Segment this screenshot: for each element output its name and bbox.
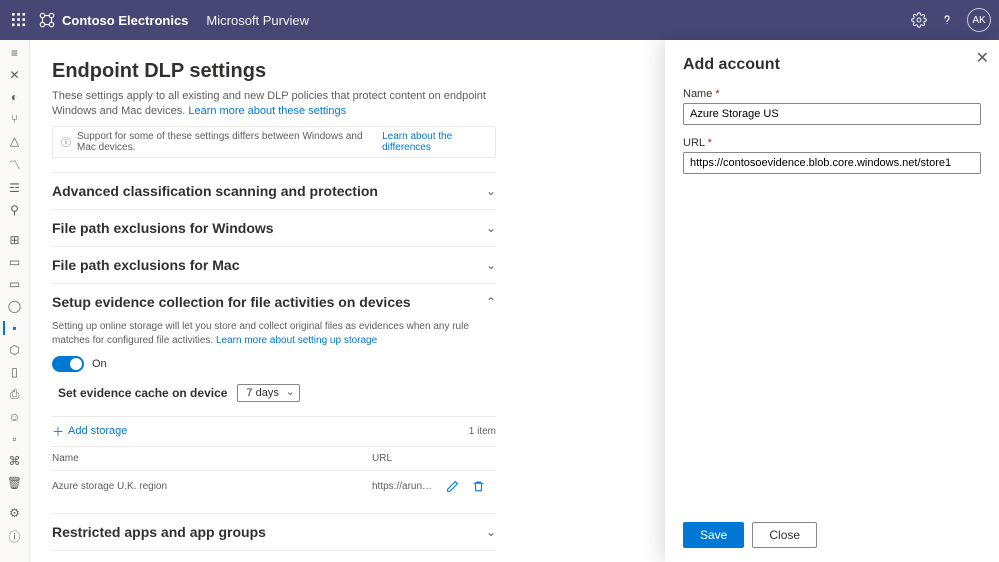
delete-row-button[interactable] [468,477,488,497]
rail-pin-icon[interactable]: ✕ [5,68,25,82]
app-launcher-icon[interactable] [8,9,30,31]
rail-shield-icon[interactable]: ⬡ [5,343,25,357]
info-link[interactable]: Learn about the differences [382,131,487,153]
rail-trash-icon[interactable]: 🗑 [5,476,25,490]
panel-close-icon[interactable]: ✕ [976,48,989,68]
avatar-initials: AK [972,15,985,26]
help-icon[interactable] [933,6,961,34]
top-bar: Contoso Electronics Microsoft Purview AK [0,0,999,40]
left-nav-rail: ≡ ✕ ◐ ⑂ △ 〽 ☲ ⚲ ⊞ ▭ ▭ ◯ ▪ ⬡ ▯ ⎙ ☺ ▫ ⌘ 🗑 … [0,40,30,562]
cache-label: Set evidence cache on device [58,386,227,400]
info-icon: ⓘ [61,134,71,149]
rail-gear-icon[interactable]: ⚙ [5,506,25,520]
col-header-url: URL [372,453,442,464]
add-storage-button[interactable]: ＋ Add storage [52,423,127,440]
rail-info-icon[interactable]: ⓘ [5,528,25,545]
chevron-up-icon: ⌃ [486,295,496,309]
section-description: Setting up online storage will let you s… [52,320,496,348]
rail-doc-icon[interactable]: ▭ [5,255,25,269]
app-name: Microsoft Purview [206,13,309,28]
toggle-label: On [92,358,107,370]
chevron-down-icon: ⌄ [486,184,496,198]
panel-title: Add account [683,56,981,74]
name-label: Name * [683,88,981,100]
name-label-text: Name [683,88,712,100]
rail-code-icon[interactable]: ⌘ [5,454,25,468]
info-text: Support for some of these settings diffe… [77,131,376,153]
section-title: File path exclusions for Windows [52,220,274,236]
section-file-path-windows[interactable]: File path exclusions for Windows ⌄ [52,209,496,246]
row-name: Azure storage U.K. region [52,481,372,492]
learn-more-link[interactable]: Learn more about these settings [188,105,346,117]
rail-loop-icon[interactable]: ◯ [5,299,25,313]
chevron-down-icon: ⌄ [486,221,496,235]
section-restricted-apps[interactable]: Restricted apps and app groups ⌄ [52,513,496,550]
add-account-panel: ✕ Add account Name * URL * Save Close [665,40,999,562]
rail-menu-icon[interactable]: ≡ [5,46,25,60]
rail-active-icon[interactable]: ▪ [3,321,23,335]
url-input[interactable] [683,152,981,174]
rail-page-icon[interactable]: ▫ [5,432,25,446]
item-count: 1 item [469,426,496,437]
url-label-text: URL [683,137,705,149]
rail-branch-icon[interactable]: ⑂ [5,112,25,126]
storage-table-row: Azure storage U.K. region https://arunev… [52,471,496,503]
chevron-down-icon: ⌄ [486,258,496,272]
rail-search-icon[interactable]: ⚲ [5,203,25,217]
section-evidence-collection[interactable]: Setup evidence collection for file activ… [52,283,496,320]
rail-home-icon[interactable]: ◐ [5,90,25,104]
plus-icon: ＋ [52,423,64,440]
org-name: Contoso Electronics [62,13,188,28]
settings-icon[interactable] [905,6,933,34]
section-advanced-classification[interactable]: Advanced classification scanning and pro… [52,172,496,209]
add-storage-label: Add storage [68,425,127,437]
rail-chart-icon[interactable]: 〽 [5,156,25,173]
section-title: File path exclusions for Mac [52,257,240,273]
rail-list-icon[interactable]: ☲ [5,181,25,195]
rail-grid-icon[interactable]: ⊞ [5,233,25,247]
info-bar: ⓘ Support for some of these settings dif… [52,126,496,158]
brand-logo-icon [38,11,56,29]
save-button[interactable]: Save [683,522,744,548]
close-button[interactable]: Close [752,522,817,548]
section-title: Advanced classification scanning and pro… [52,183,378,199]
rail-flag-icon[interactable]: ▯ [5,365,25,379]
url-label: URL * [683,137,981,149]
page-description: These settings apply to all existing and… [52,89,492,120]
section-title: Setup evidence collection for file activ… [52,294,411,310]
rail-person-icon[interactable]: ☺ [5,410,25,424]
avatar[interactable]: AK [967,8,991,32]
cache-dropdown[interactable]: 7 days [237,384,299,402]
cache-value: 7 days [246,387,278,399]
section-file-path-mac[interactable]: File path exclusions for Mac ⌄ [52,246,496,283]
chevron-down-icon: ⌄ [486,525,496,539]
name-input[interactable] [683,103,981,125]
rail-warning-icon[interactable]: △ [5,134,25,148]
row-url: https://aruneviden... [372,481,442,492]
rail-folder-icon[interactable]: ▭ [5,277,25,291]
col-header-name: Name [52,453,372,464]
rail-device-icon[interactable]: ⎙ [5,387,25,402]
section-bluetooth-apps[interactable]: Unallowed Bluetooth apps ⌄ [52,550,496,562]
section-title: Restricted apps and app groups [52,524,266,540]
edit-row-button[interactable] [442,477,462,497]
evidence-toggle[interactable] [52,356,84,372]
section-desc-link[interactable]: Learn more about setting up storage [216,335,377,346]
